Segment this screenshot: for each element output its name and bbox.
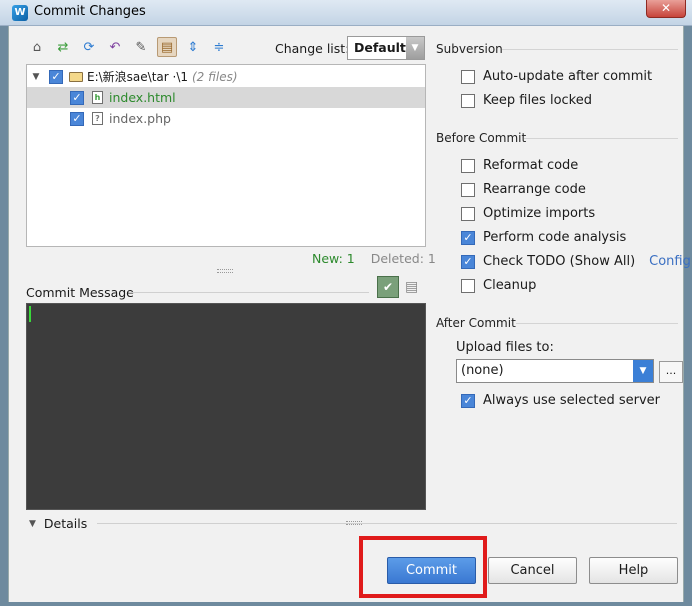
commit-message-label: Commit Message xyxy=(26,285,134,300)
file-name: index.php xyxy=(109,111,171,126)
details-toggle[interactable]: ▼ Details xyxy=(29,516,87,531)
expand-all-icon[interactable]: ⇕ xyxy=(183,37,203,57)
commit-message-input[interactable] xyxy=(26,303,426,510)
reformat-checkbox[interactable]: Reformat code xyxy=(461,158,578,173)
optimize-imports-checkbox[interactable]: Optimize imports xyxy=(461,206,595,221)
changelist-label: Change list: xyxy=(275,41,350,56)
changes-toolbar: ⌂ ⇄ ⟳ ↶ ✎ ▤ ⇕ ≑ xyxy=(27,37,229,57)
changelist-dropdown[interactable]: Default ▼ xyxy=(347,36,425,60)
change-counts: New: 1 Deleted: 1 xyxy=(312,251,436,266)
checkbox[interactable]: ✓ xyxy=(461,230,475,245)
after-commit-title: After Commit xyxy=(436,316,516,330)
move-icon[interactable]: ⇄ xyxy=(53,37,73,57)
splitter-grip[interactable] xyxy=(217,269,233,273)
changed-files-tree: ▼ ✓ E:\新浪sae\tar ·\1 (2 files) ✓ h index… xyxy=(26,64,426,247)
group-by-directory-icon[interactable]: ▤ xyxy=(157,37,177,57)
folder-icon xyxy=(69,71,83,82)
commit-dialog: ⌂ ⇄ ⟳ ↶ ✎ ▤ ⇕ ≑ Change list: Default ▼ ▼… xyxy=(8,26,692,602)
keep-locked-checkbox[interactable]: Keep files locked xyxy=(461,93,592,108)
option-label: Optimize imports xyxy=(483,206,596,221)
option-label: Auto-update after commit xyxy=(483,69,653,84)
file-checkbox[interactable]: ✓ xyxy=(70,111,84,126)
checkbox[interactable] xyxy=(461,93,475,108)
upload-label: Upload files to: xyxy=(456,340,554,355)
refresh-icon[interactable]: ⟳ xyxy=(79,37,99,57)
root-checkbox[interactable]: ✓ xyxy=(49,69,63,84)
file-name: index.html xyxy=(109,90,176,105)
deleted-count: Deleted: 1 xyxy=(370,251,436,266)
unknown-file-icon: ? xyxy=(92,112,103,125)
option-label: Check TODO (Show All) xyxy=(483,254,636,269)
text-caret xyxy=(29,306,31,322)
file-row-index-html[interactable]: ✓ h index.html xyxy=(27,87,425,108)
check-todo-checkbox[interactable]: ✓ Check TODO (Show All) Configure xyxy=(461,254,692,269)
before-commit-title: Before Commit xyxy=(436,131,527,145)
server-value: (none) xyxy=(461,363,504,378)
checkbox[interactable] xyxy=(461,158,475,173)
configure-link[interactable]: Configure xyxy=(649,254,692,269)
chevron-down-icon: ▼ xyxy=(406,37,424,59)
checkbox[interactable] xyxy=(461,206,475,221)
tree-root-row[interactable]: ▼ ✓ E:\新浪sae\tar ·\1 (2 files) xyxy=(27,66,425,87)
option-label: Cleanup xyxy=(483,278,537,293)
option-label: Always use selected server xyxy=(483,393,661,408)
close-window-button[interactable]: ✕ xyxy=(646,0,686,18)
cleanup-checkbox[interactable]: Cleanup xyxy=(461,278,536,293)
option-label: Keep files locked xyxy=(483,93,592,108)
checkbox[interactable] xyxy=(461,182,475,197)
root-path: E:\新浪sae\tar ·\1 xyxy=(87,70,188,84)
undo-icon[interactable]: ↶ xyxy=(105,37,125,57)
divider xyxy=(516,323,678,324)
html-file-icon: h xyxy=(92,91,103,104)
chevron-down-icon: ▼ xyxy=(29,518,36,529)
divider xyxy=(524,138,678,139)
chevron-down-icon: ▼ xyxy=(633,360,653,382)
checkbox[interactable] xyxy=(461,69,475,84)
checkbox[interactable] xyxy=(461,278,475,293)
browse-servers-button[interactable]: ... xyxy=(659,361,683,383)
splitter-grip[interactable] xyxy=(346,521,362,525)
always-use-server-checkbox[interactable]: ✓ Always use selected server xyxy=(461,393,660,408)
subversion-title: Subversion xyxy=(436,42,503,56)
option-label: Rearrange code xyxy=(483,182,586,197)
window-title: Commit Changes xyxy=(34,4,146,19)
upload-server-dropdown[interactable]: (none) ▼ xyxy=(456,359,654,383)
spellcheck-icon[interactable]: ✔ xyxy=(377,276,399,298)
collapse-all-icon[interactable]: ≑ xyxy=(209,37,229,57)
expand-arrow-icon[interactable]: ▼ xyxy=(29,72,43,82)
cancel-button[interactable]: Cancel xyxy=(488,557,577,584)
file-row-index-php[interactable]: ✓ ? index.php xyxy=(27,108,425,129)
rearrange-checkbox[interactable]: Rearrange code xyxy=(461,182,586,197)
history-message-icon[interactable]: ▤ xyxy=(405,279,421,295)
root-file-count: (2 files) xyxy=(192,69,238,84)
option-label: Reformat code xyxy=(483,158,579,173)
help-button[interactable]: Help xyxy=(589,557,678,584)
commit-button[interactable]: Commit xyxy=(387,557,476,584)
divider xyxy=(129,292,369,293)
shelve-icon[interactable]: ⌂ xyxy=(27,37,47,57)
divider xyxy=(502,49,678,50)
auto-update-checkbox[interactable]: Auto-update after commit xyxy=(461,69,652,84)
new-count: New: 1 xyxy=(312,251,355,266)
diff-icon[interactable]: ✎ xyxy=(131,37,151,57)
checkbox[interactable]: ✓ xyxy=(461,393,475,408)
code-analysis-checkbox[interactable]: ✓ Perform code analysis xyxy=(461,230,626,245)
divider xyxy=(97,523,677,524)
window-titlebar: W Commit Changes ✕ xyxy=(0,0,692,26)
checkbox[interactable]: ✓ xyxy=(461,254,475,269)
file-checkbox[interactable]: ✓ xyxy=(70,90,84,105)
option-label: Perform code analysis xyxy=(483,230,627,245)
changelist-value: Default xyxy=(354,40,406,55)
details-label: Details xyxy=(43,516,88,531)
webstorm-app-icon: W xyxy=(12,5,28,21)
